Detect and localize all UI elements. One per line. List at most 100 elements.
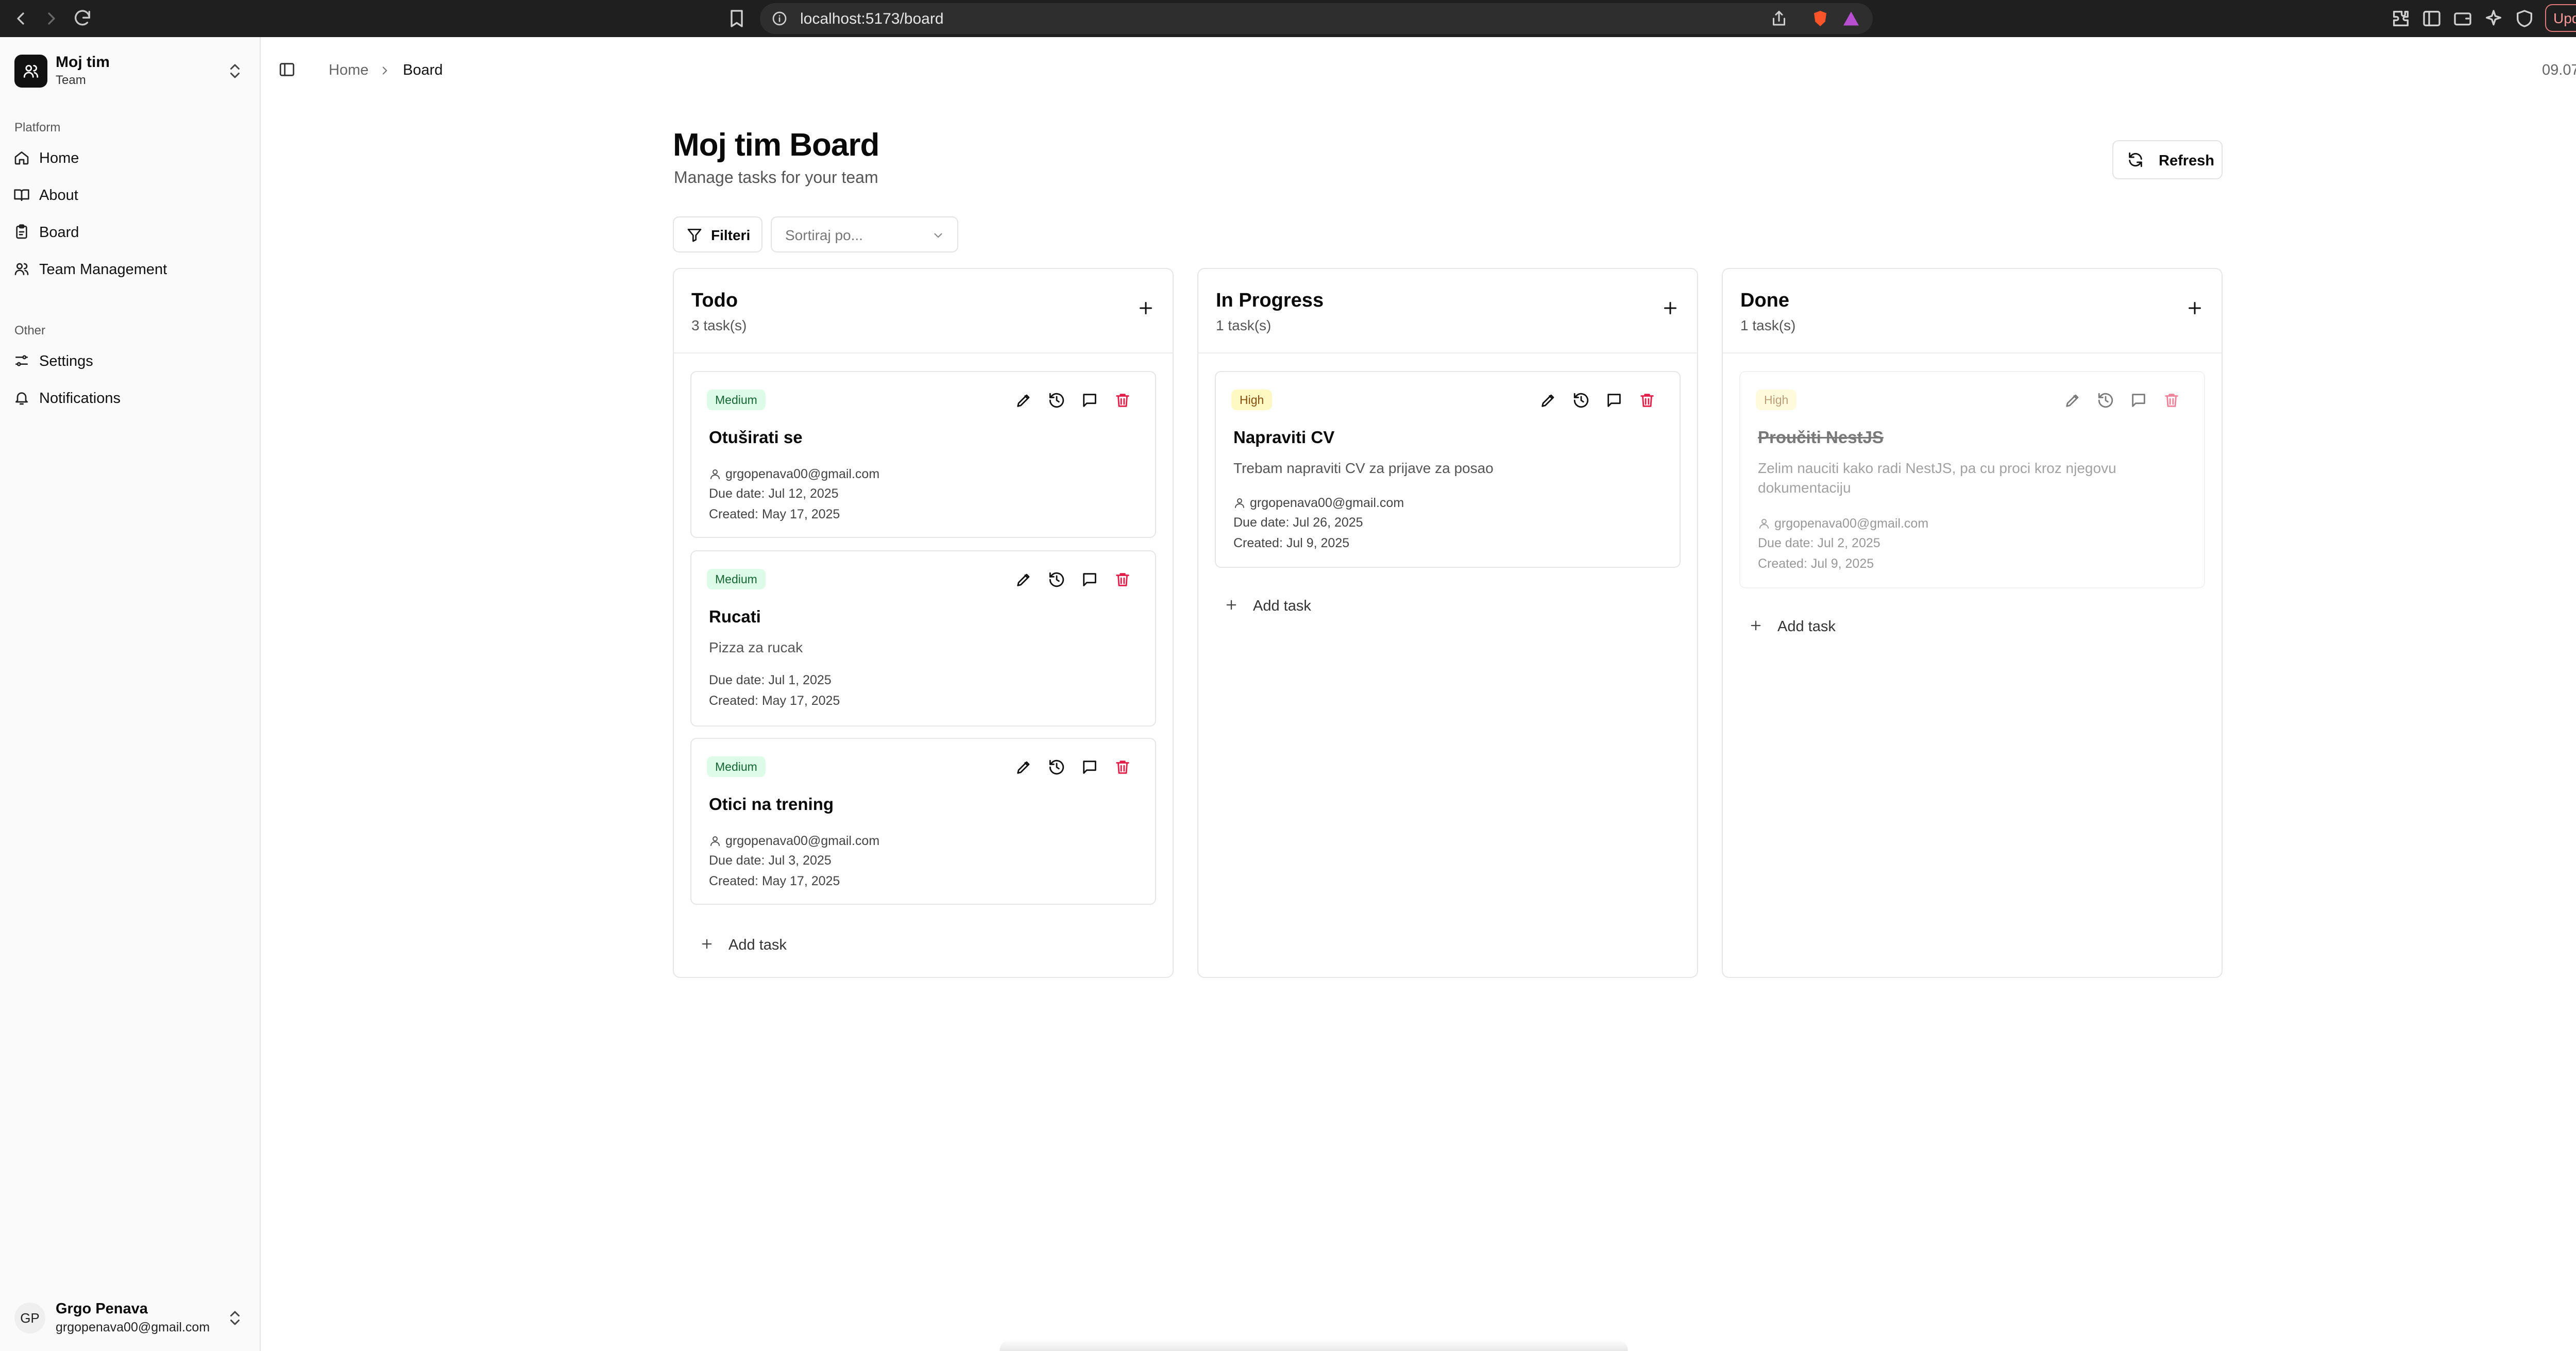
column-title: In Progress <box>1216 290 1324 311</box>
site-info-icon[interactable] <box>771 10 788 27</box>
delete-icon[interactable] <box>1114 392 1132 410</box>
user-email: grgopenava00@gmail.com <box>56 1320 210 1335</box>
column-count: 1 task(s) <box>1740 317 1796 333</box>
sidebar-toggle-icon[interactable] <box>278 61 298 80</box>
refresh-icon <box>2129 152 2142 167</box>
comment-icon[interactable] <box>2130 392 2148 410</box>
sidebar-item-team-management[interactable]: Team Management <box>13 255 245 283</box>
brave-shield-icon[interactable] <box>1811 9 1829 28</box>
bookmark-icon[interactable] <box>726 8 747 29</box>
comment-icon[interactable] <box>1081 392 1099 410</box>
add-task-button[interactable]: Add task <box>700 932 906 956</box>
priority-badge: High <box>1231 390 1273 410</box>
delete-icon[interactable] <box>1114 758 1132 777</box>
history-icon[interactable] <box>1048 758 1066 777</box>
plus-icon[interactable] <box>2185 299 2204 317</box>
sidebar-item-about[interactable]: About <box>13 180 245 209</box>
add-task-button[interactable]: Add task <box>1749 613 1955 638</box>
task-title: Otici na trening <box>709 795 834 814</box>
plus-icon[interactable] <box>1137 299 1155 317</box>
sidebar-item-notifications[interactable]: Notifications <box>13 383 245 412</box>
task-created-date: Created: Jul 9, 2025 <box>1233 536 1350 550</box>
task-due-date: Due date: Jul 12, 2025 <box>709 486 839 501</box>
vpn-icon[interactable] <box>2514 8 2535 29</box>
column-count: 1 task(s) <box>1216 317 1272 333</box>
card-actions <box>1015 758 1129 779</box>
delete-icon[interactable] <box>1638 392 1657 410</box>
task-card[interactable]: Medium Otuširati se grgopenava00@gmail.c… <box>690 371 1156 538</box>
wallet-icon[interactable] <box>2452 8 2473 29</box>
page-title: Moj tim Board <box>673 127 879 163</box>
task-card[interactable]: Medium Rucati Pizza za rucak Due date: J… <box>690 550 1156 727</box>
edit-icon[interactable] <box>2064 392 2082 410</box>
share-icon[interactable] <box>1770 9 1788 28</box>
add-task-button[interactable]: Add task <box>1224 593 1430 617</box>
card-actions <box>2064 392 2178 412</box>
filter-button[interactable]: Filteri <box>673 216 762 252</box>
home-icon <box>14 151 29 165</box>
edit-icon[interactable] <box>1015 758 1033 777</box>
priority-badge: Medium <box>707 756 766 777</box>
team-plan: Team <box>56 73 86 87</box>
task-card[interactable]: Medium Otici na trening grgopenava00@gma… <box>690 738 1156 905</box>
leo-ai-icon[interactable] <box>2483 8 2504 29</box>
plus-icon <box>702 939 712 949</box>
edit-icon[interactable] <box>1539 392 1558 410</box>
column-divider <box>674 352 1173 353</box>
edit-icon[interactable] <box>1015 571 1033 589</box>
breadcrumb-home[interactable]: Home <box>329 62 368 79</box>
back-icon[interactable] <box>8 6 33 31</box>
priority-badge: Medium <box>707 390 766 410</box>
delete-icon[interactable] <box>2163 392 2181 410</box>
address-bar[interactable]: localhost:5173/board <box>760 3 1873 34</box>
refresh-button[interactable]: Refresh <box>2112 140 2223 179</box>
sliders-icon <box>15 355 28 366</box>
comment-icon[interactable] <box>1605 392 1624 410</box>
delete-icon[interactable] <box>1114 571 1132 589</box>
sidebar-panel-icon[interactable] <box>2421 8 2442 29</box>
card-actions <box>1015 571 1129 592</box>
task-card[interactable]: High Napraviti CV Trebam napraviti CV za… <box>1215 371 1681 568</box>
card-actions <box>1539 392 1654 412</box>
priority-badge: High <box>1756 390 1797 410</box>
sort-select[interactable]: Sortiraj po... <box>771 216 958 252</box>
extensions-icon[interactable] <box>2391 8 2411 29</box>
task-card[interactable]: High Proučiti NestJS Zelim nauciti kako … <box>1739 371 2205 588</box>
filter-icon <box>687 229 702 242</box>
history-icon[interactable] <box>1572 392 1591 410</box>
url-text: localhost:5173/board <box>800 10 944 27</box>
priority-badge: Medium <box>707 569 766 589</box>
update-button[interactable]: Update <box>2545 4 2576 32</box>
page-subtitle: Manage tasks for your team <box>674 168 878 187</box>
comment-icon[interactable] <box>1081 758 1099 777</box>
avatar[interactable]: GP <box>14 1303 45 1333</box>
sidebar-item-settings[interactable]: Settings <box>13 346 245 375</box>
history-icon[interactable] <box>1048 392 1066 410</box>
user-icon <box>1235 498 1244 508</box>
team-name: Moj tim <box>56 54 110 71</box>
user-menu[interactable] <box>0 37 1 38</box>
history-icon[interactable] <box>2097 392 2115 410</box>
task-description: Trebam napraviti CV za prijave za posao <box>1233 460 1494 476</box>
team-switcher[interactable]: Moj tim Team <box>0 37 260 104</box>
clipboard-icon <box>16 224 27 239</box>
history-icon[interactable] <box>1048 571 1066 589</box>
forward-icon[interactable] <box>39 6 64 31</box>
task-title: Napraviti CV <box>1233 428 1335 447</box>
plus-icon[interactable] <box>1661 299 1680 317</box>
sidebar-item-home[interactable]: Home <box>13 143 245 172</box>
chevron-down-icon <box>934 233 942 238</box>
edit-icon[interactable] <box>1015 392 1033 410</box>
column-divider <box>1198 352 1697 353</box>
chevrons-up-down-icon[interactable] <box>226 1309 244 1327</box>
task-created-date: Created: May 17, 2025 <box>709 874 840 888</box>
comment-icon[interactable] <box>1081 571 1099 589</box>
header-date: 09.07.2025 <box>2542 62 2576 78</box>
sidebar: Moj tim Team Platform Home About Board T… <box>0 37 261 1351</box>
task-description: Zelim nauciti kako radi NestJS, pa cu pr… <box>1758 460 2116 496</box>
sidebar-item-board[interactable]: Board <box>13 217 245 246</box>
task-created-date: Created: Jul 9, 2025 <box>1758 556 1874 571</box>
reload-icon[interactable] <box>70 6 95 31</box>
other-group-label: Other <box>14 324 46 337</box>
brave-rewards-icon[interactable] <box>1842 9 1860 28</box>
